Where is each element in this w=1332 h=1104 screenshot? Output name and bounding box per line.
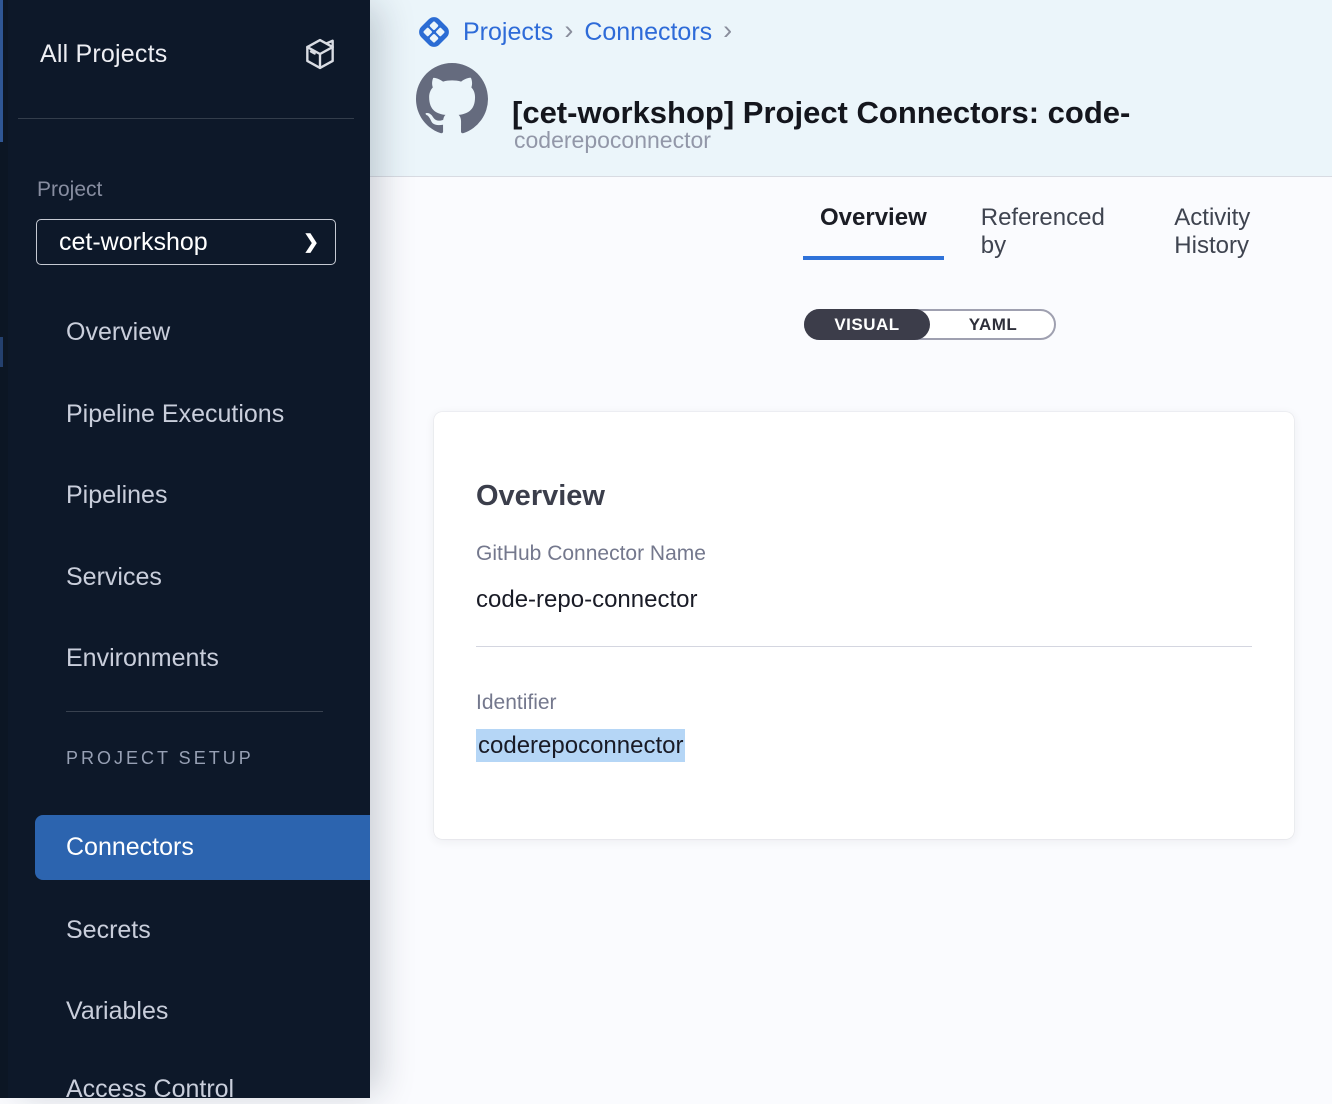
sidebar-section-divider xyxy=(66,711,323,712)
sidebar-item-variables[interactable]: Variables xyxy=(66,997,168,1026)
sidebar-item-overview[interactable]: Overview xyxy=(66,318,170,347)
tab-bar: Overview Referenced by Activity History xyxy=(803,204,1332,260)
toggle-option-visual[interactable]: VISUAL xyxy=(804,309,930,340)
overview-card: Overview GitHub Connector Name code-repo… xyxy=(434,412,1294,839)
breadcrumb-separator-icon: › xyxy=(723,17,732,47)
tab-referenced-by[interactable]: Referenced by xyxy=(964,204,1138,260)
sidebar-item-access-control[interactable]: Access Control xyxy=(66,1075,234,1104)
project-section-label: Project xyxy=(37,178,102,202)
breadcrumb-link-projects[interactable]: Projects xyxy=(463,18,553,47)
connector-name-label: GitHub Connector Name xyxy=(476,542,706,566)
sidebar-item-secrets[interactable]: Secrets xyxy=(66,916,151,945)
project-selector[interactable]: cet-workshop ❯ xyxy=(36,219,336,265)
harness-logo-icon xyxy=(416,14,452,50)
module-active-indicator xyxy=(0,0,3,142)
projects-cube-button[interactable] xyxy=(300,34,340,74)
sidebar-item-pipeline-executions[interactable]: Pipeline Executions xyxy=(66,400,284,429)
page-title: [cet-workshop] Project Connectors: code- xyxy=(512,95,1332,131)
package-icon xyxy=(301,35,339,73)
project-setup-header: PROJECT SETUP xyxy=(66,748,254,769)
sidebar-item-connectors[interactable]: Connectors xyxy=(35,815,370,880)
visual-yaml-toggle: VISUAL YAML xyxy=(804,309,1056,340)
github-icon xyxy=(416,63,488,135)
project-sidebar: All Projects Project cet-workshop ❯ Over… xyxy=(0,0,370,1098)
identifier-value: coderepoconnector xyxy=(476,732,685,760)
project-selector-value: cet-workshop xyxy=(59,228,208,257)
module-nav-strip xyxy=(0,0,8,1098)
chevron-right-icon: ❯ xyxy=(303,231,319,254)
breadcrumb-separator-icon: › xyxy=(564,17,573,47)
card-divider xyxy=(476,646,1252,647)
tab-activity-history[interactable]: Activity History xyxy=(1157,204,1332,260)
sidebar-item-pipelines[interactable]: Pipelines xyxy=(66,481,167,510)
connector-name-value: code-repo-connector xyxy=(476,586,697,614)
sidebar-item-label: Connectors xyxy=(66,833,194,862)
page-subtitle: coderepoconnector xyxy=(514,127,711,154)
sidebar-item-services[interactable]: Services xyxy=(66,563,162,592)
tab-overview[interactable]: Overview xyxy=(803,204,944,260)
module-scroll-indicator xyxy=(0,337,3,367)
card-title: Overview xyxy=(476,480,605,513)
sidebar-divider xyxy=(18,118,354,119)
breadcrumb-link-connectors[interactable]: Connectors xyxy=(584,18,712,47)
page-header: Projects › Connectors › [cet-workshop] P… xyxy=(370,0,1332,177)
identifier-highlighted-text: coderepoconnector xyxy=(476,729,685,762)
toggle-option-yaml[interactable]: YAML xyxy=(930,309,1056,340)
breadcrumb: Projects › Connectors › xyxy=(416,14,732,50)
all-projects-label[interactable]: All Projects xyxy=(40,40,167,69)
identifier-label: Identifier xyxy=(476,691,557,715)
sidebar-item-environments[interactable]: Environments xyxy=(66,644,219,673)
main-content: Projects › Connectors › [cet-workshop] P… xyxy=(370,0,1332,1098)
